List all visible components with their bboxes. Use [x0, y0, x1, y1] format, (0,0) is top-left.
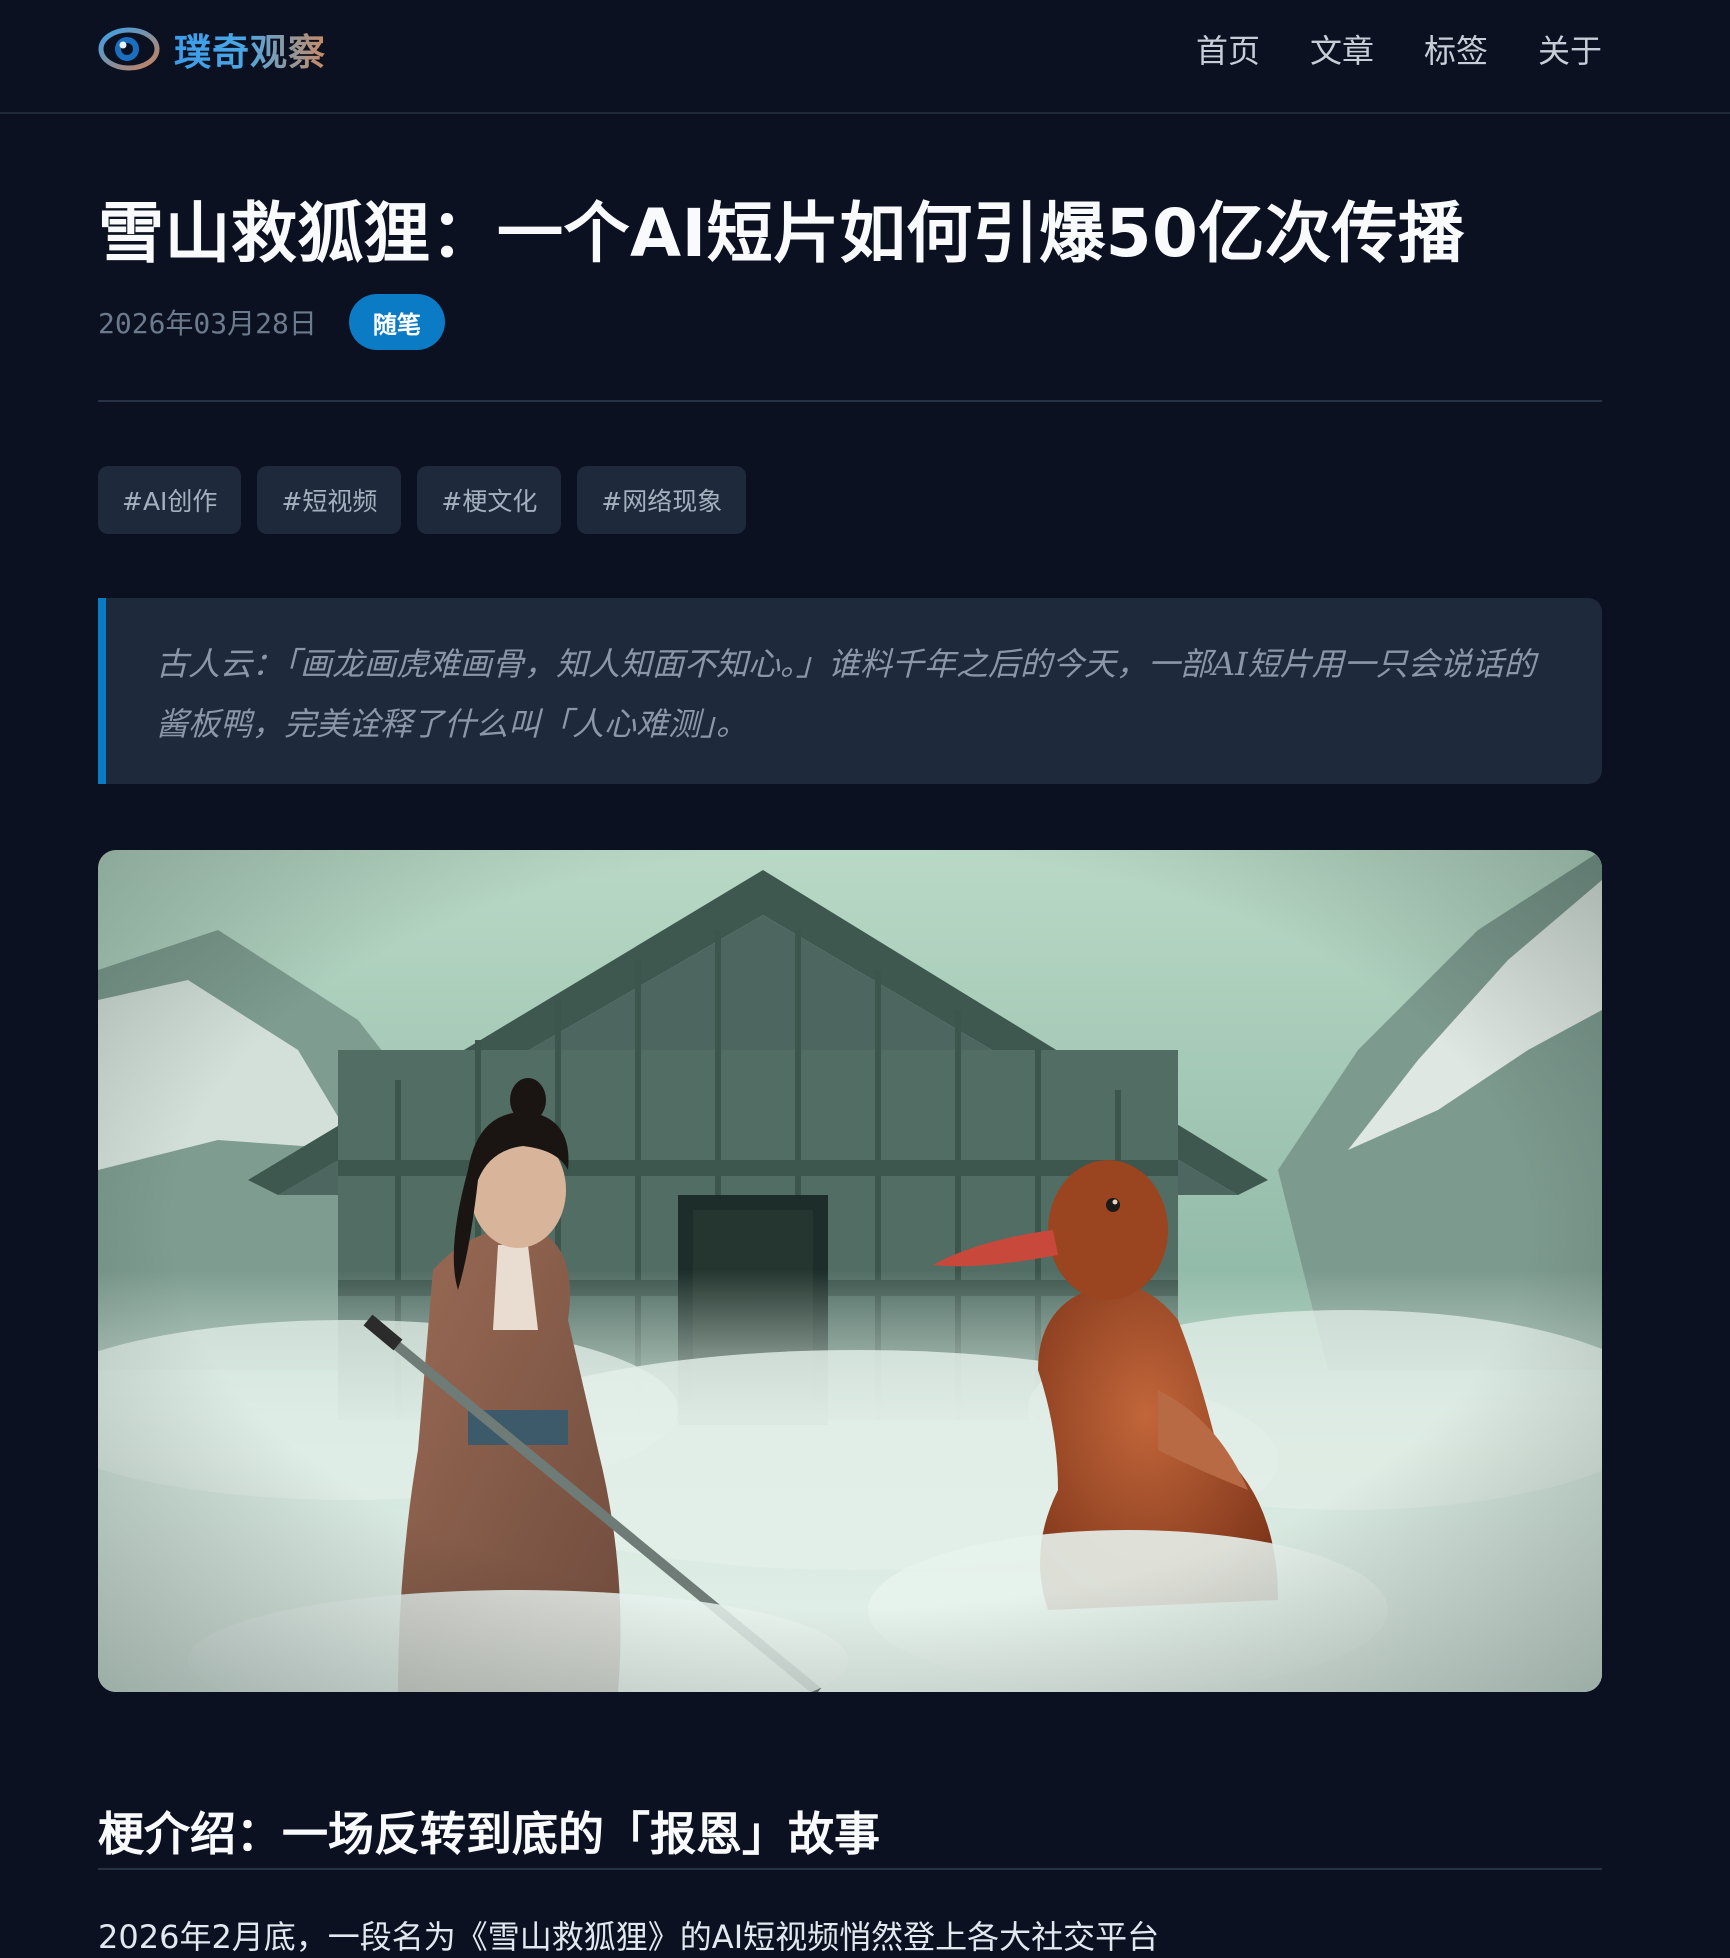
- tag-ai-creation[interactable]: #AI创作: [98, 466, 242, 534]
- hero-image: [98, 850, 1602, 1692]
- eye-logo-icon: [98, 27, 160, 71]
- site-name: 璞奇观察: [174, 22, 326, 76]
- nav-home[interactable]: 首页: [1196, 26, 1260, 72]
- intro-quote: 古人云：「画龙画虎难画骨，知人知面不知心。」谁料千年之后的今天，一部AI短片用一…: [98, 598, 1602, 784]
- section-divider: [98, 1868, 1602, 1870]
- intro-quote-text: 古人云：「画龙画虎难画骨，知人知面不知心。」谁料千年之后的今天，一部AI短片用一…: [156, 645, 1536, 743]
- main-nav: 首页 文章 标签 关于: [1196, 26, 1602, 72]
- body-paragraph: 2026年2月底，一段名为《雪山救狐狸》的AI短视频悄然登上各大社交平台: [98, 1918, 1160, 1956]
- hero-illustration: [98, 850, 1602, 1692]
- tag-internet-phenomenon[interactable]: #网络现象: [577, 466, 747, 534]
- tag-list: #AI创作 #短视频 #梗文化 #网络现象: [98, 466, 747, 534]
- publish-date: 2026年03月28日: [98, 307, 317, 340]
- nav-articles[interactable]: 文章: [1310, 26, 1374, 72]
- site-header: 璞奇观察 首页 文章 标签 关于: [0, 0, 1730, 114]
- tag-meme-culture[interactable]: #梗文化: [417, 466, 562, 534]
- nav-about[interactable]: 关于: [1538, 26, 1602, 72]
- tag-short-video[interactable]: #短视频: [257, 466, 402, 534]
- site-brand[interactable]: 璞奇观察: [98, 24, 326, 74]
- article-title: 雪山救狐狸：一个AI短片如何引爆50亿次传播: [98, 195, 1465, 272]
- section-heading: 梗介绍：一场反转到底的「报恩」故事: [98, 1807, 880, 1861]
- meta-divider: [98, 400, 1602, 402]
- article-meta: 2026年03月28日 随笔: [98, 294, 445, 350]
- category-badge[interactable]: 随笔: [348, 294, 445, 350]
- nav-tags[interactable]: 标签: [1424, 26, 1488, 72]
